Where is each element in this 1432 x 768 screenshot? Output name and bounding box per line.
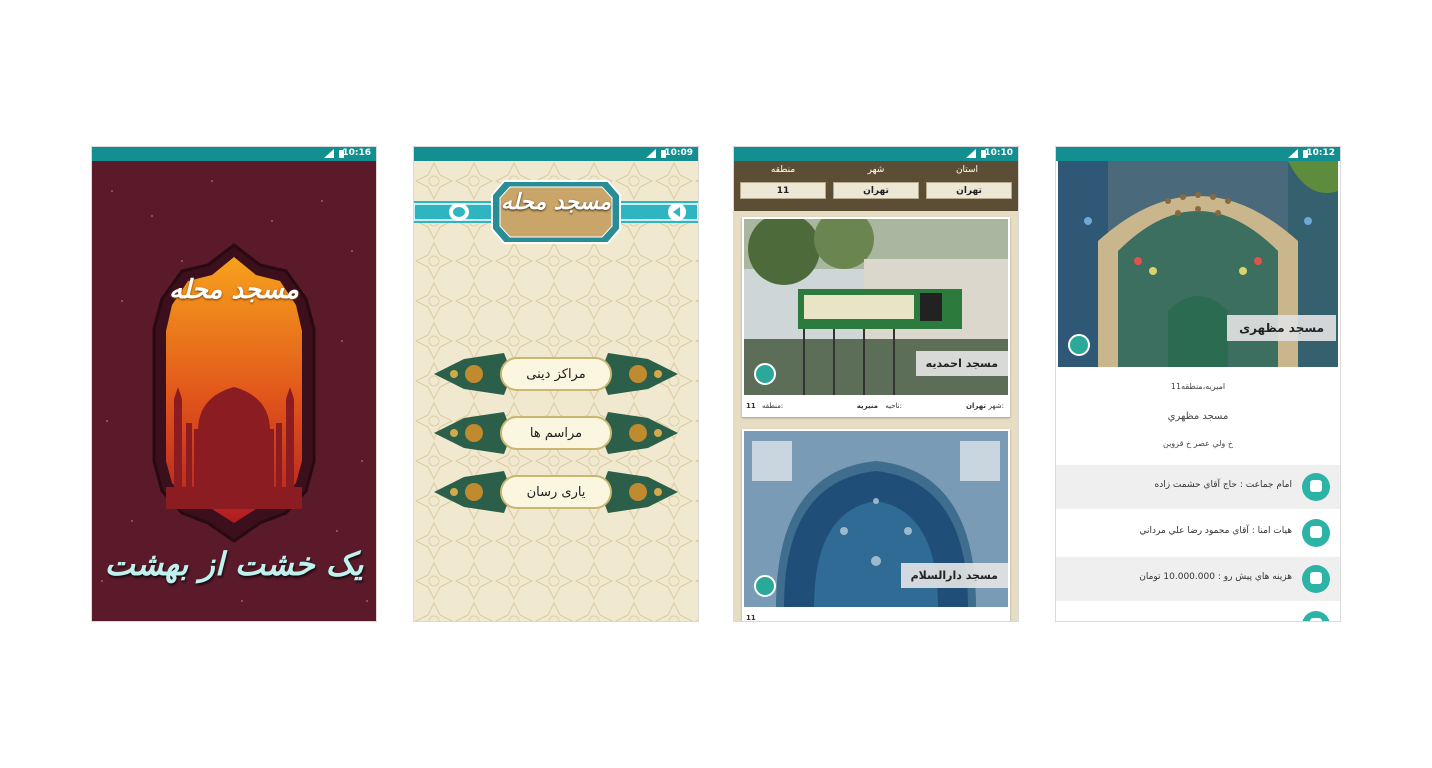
mosque-meta: 11 — [742, 611, 1010, 621]
info-row-imam: امام جماعت : حاج آقاي حشمت زاده — [1056, 465, 1340, 509]
app-logo-text: مسجد محله — [501, 189, 611, 215]
map-pin-icon[interactable] — [1068, 334, 1090, 356]
region-key: منطقه: — [762, 402, 784, 410]
menu-label: مراکز دینی — [500, 357, 612, 391]
info-row-text: هزينه هاي پيش رو : 10.000.000 تومان — [1139, 572, 1292, 582]
province-select[interactable]: تهران — [926, 182, 1012, 199]
chat-icon[interactable] — [448, 202, 470, 222]
row-value: 10.000.000 تومان — [1139, 572, 1215, 582]
region-value: 11 — [746, 614, 756, 621]
district-key: ناحیه: — [885, 402, 902, 410]
signal-icon — [1288, 149, 1298, 158]
mosque-icon — [1302, 611, 1330, 621]
map-pin-icon[interactable] — [754, 363, 776, 385]
info-row-board: هيات امنا : آقاي محمود رضا علي مرداني — [1056, 511, 1340, 555]
row-value: آقاي محمود رضا علي مرداني — [1139, 526, 1249, 536]
row-label: امام جماعت — [1245, 480, 1292, 490]
region-value: 11 — [746, 402, 756, 410]
district-value: منیریه — [856, 402, 878, 410]
row-label: هيات امنا — [1257, 526, 1292, 536]
city-value: تهران — [966, 402, 986, 410]
status-time: 10:12 — [1306, 148, 1335, 158]
status-bar: 10:10 — [734, 147, 1018, 161]
signal-icon — [324, 149, 334, 158]
row-sep: : — [1251, 526, 1255, 536]
status-time: 10:10 — [984, 148, 1013, 158]
mosque-card[interactable]: مسجد احمدیه شهر: تهران ناحیه: منیریه منط… — [742, 217, 1010, 417]
back-arrow-icon[interactable] — [666, 202, 688, 222]
menu-label: مراسم ها — [500, 416, 612, 450]
map-pin-icon[interactable] — [754, 575, 776, 597]
street-address: خ ولي عصر خ قزوين — [1162, 439, 1233, 448]
splash-screen: 10:16 مسجد محله یک خشت از بهشت — [92, 147, 376, 621]
info-row-cost: هزينه هاي پيش رو : 10.000.000 تومان — [1056, 557, 1340, 601]
status-bar: 10:16 — [92, 147, 376, 161]
region-select[interactable]: 11 — [740, 182, 826, 199]
city-key: شهر: — [988, 402, 1004, 410]
mosque-meta: شهر: تهران ناحیه: منیریه منطقه: 11 — [742, 399, 1010, 415]
mosque-name: مسجد احمدیه — [915, 351, 1008, 376]
mosque-detail-screen: 10:12 مسجد مظهری امیریه،منطقه11 مسجد مظه… — [1056, 147, 1340, 621]
status-time: 10:09 — [664, 148, 693, 158]
row-sep: : — [1217, 572, 1221, 582]
mosque-name-label: مسجد مظهري — [1167, 411, 1229, 422]
region-label: منطقه — [770, 165, 796, 175]
signal-icon — [646, 149, 656, 158]
filter-bar: استان شهر منطقه تهران تهران 11 — [734, 161, 1018, 211]
city-label: شهر — [867, 165, 885, 175]
city-select[interactable]: تهران — [833, 182, 919, 199]
signal-icon — [966, 149, 976, 158]
menu-ceremonies-button[interactable]: مراسم ها — [434, 406, 678, 460]
row-label: هزينه هاي پيش رو — [1223, 572, 1292, 582]
mosque-icon — [1302, 519, 1330, 547]
info-row-partial — [1056, 603, 1340, 621]
status-time: 10:16 — [342, 148, 371, 158]
splash-tagline: یک خشت از بهشت — [104, 545, 364, 583]
mosque-card[interactable]: مسجد دارالسلام 11 — [742, 429, 1010, 621]
mosque-title: مسجد مظهری — [1227, 315, 1336, 341]
menu-helper-button[interactable]: یاری رسان — [434, 465, 678, 519]
info-row-text: امام جماعت : حاج آقاي حشمت زاده — [1154, 480, 1292, 490]
status-bar: 10:09 — [414, 147, 698, 161]
mosque-icon — [1302, 565, 1330, 593]
status-bar: 10:12 — [1056, 147, 1340, 161]
mosque-name: مسجد دارالسلام — [900, 563, 1008, 588]
address-area: امیریه،منطقه11 — [1170, 382, 1226, 391]
mosque-icon — [1302, 473, 1330, 501]
menu-religious-centers-button[interactable]: مراکز دینی — [434, 347, 678, 401]
mosque-list-screen: 10:10 استان شهر منطقه تهران تهران 11 مسج… — [734, 147, 1018, 621]
main-menu-screen: 10:09 مسجد محله مراکز دینی مراسم ها یاری… — [414, 147, 698, 621]
menu-label: یاری رسان — [500, 475, 612, 509]
row-sep: : — [1239, 480, 1243, 490]
app-logo-text: مسجد محله — [169, 275, 299, 305]
province-label: استان — [955, 165, 979, 175]
row-value: حاج آقاي حشمت زاده — [1154, 480, 1237, 490]
info-row-text: هيات امنا : آقاي محمود رضا علي مرداني — [1139, 526, 1292, 536]
